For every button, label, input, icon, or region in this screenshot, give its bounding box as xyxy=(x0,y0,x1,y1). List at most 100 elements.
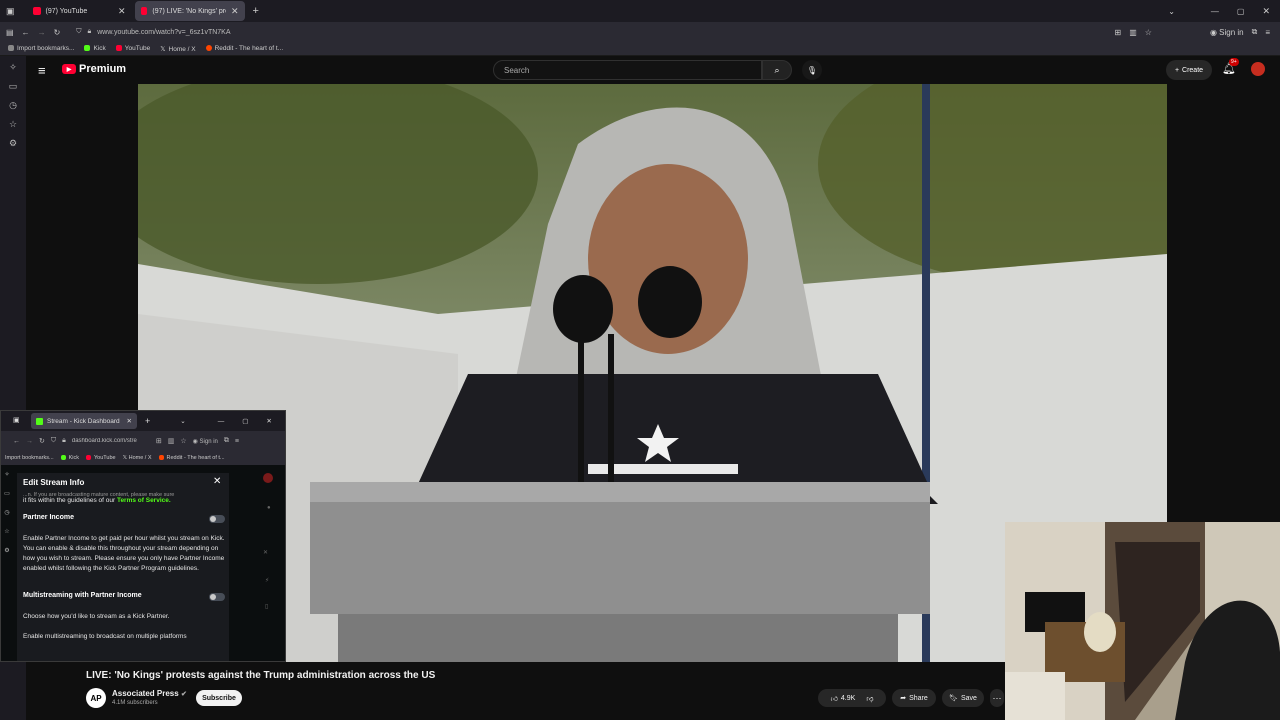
forward-icon[interactable]: → xyxy=(26,438,33,445)
tab-list-icon[interactable]: ⌄ xyxy=(180,417,185,425)
back-icon[interactable]: ← xyxy=(22,28,30,37)
bookmark-star-icon[interactable]: ☆ xyxy=(180,437,186,445)
youtube-icon xyxy=(115,45,122,52)
close-tab-icon[interactable]: ✕ xyxy=(118,6,126,17)
popup-tab-bar: ▣ Stream - Kick Dashboard ✕ + ⌄ — ▢ ✕ xyxy=(1,411,285,431)
bookmark-kick[interactable]: Kick xyxy=(60,455,79,461)
history-icon[interactable]: ◷ xyxy=(9,100,17,111)
bolt-icon[interactable]: ⚡︎ xyxy=(265,577,269,584)
url-text: www.youtube.com/watch?v=_6sz1vTN7KA xyxy=(97,28,231,36)
terms-of-service-link[interactable]: Terms of Service. xyxy=(117,497,171,504)
bookmark-kick[interactable]: Kick xyxy=(84,45,106,52)
lock-icon: 🔒︎ xyxy=(87,28,92,35)
more-actions-button[interactable]: ⋯ xyxy=(990,689,1004,707)
voice-search-button[interactable]: 🎙︎ xyxy=(802,60,822,80)
like-dislike-button[interactable]: 👍︎ 4.9K 👎︎ xyxy=(818,689,886,707)
reader-icon[interactable]: ▥ xyxy=(1129,28,1137,37)
bookmark-youtube[interactable]: YouTube xyxy=(115,45,150,52)
settings-gear-icon[interactable]: ⚙ xyxy=(4,547,9,554)
title-text: LIVE: 'No Kings' protests against the Tr… xyxy=(86,670,297,681)
bookmark-import[interactable]: Import bookmarks... xyxy=(5,455,54,461)
menu-icon[interactable]: ≡ xyxy=(1265,28,1270,37)
maximize-icon[interactable]: ▢ xyxy=(242,417,248,425)
save-label: Save xyxy=(960,694,977,702)
terms-text: it fits within the guidelines of our Ter… xyxy=(23,496,229,506)
share-label: Share xyxy=(909,694,928,702)
lock-small-icon[interactable]: ▯ xyxy=(265,603,268,610)
tab-live-video[interactable]: (97) LIVE: 'No Kings' protes ✕ xyxy=(134,1,245,21)
history-icon[interactable]: ◷ xyxy=(4,509,9,516)
multistream-toggle[interactable] xyxy=(209,593,225,601)
save-button[interactable]: 🔖︎ Save xyxy=(942,689,984,707)
synced-tabs-icon[interactable]: ▭ xyxy=(4,490,10,497)
subscribe-button[interactable]: Subscribe xyxy=(196,690,242,706)
back-icon[interactable]: ← xyxy=(13,438,20,445)
account-avatar[interactable] xyxy=(1251,62,1265,76)
extensions-icon[interactable]: ⊞ xyxy=(1115,28,1122,37)
bookmarks-icon[interactable]: ☆ xyxy=(9,119,17,130)
ai-chat-icon[interactable]: ✧ xyxy=(9,62,17,73)
share-button[interactable]: ➦ Share xyxy=(892,689,936,707)
extensions-puzzle-icon[interactable]: ⧉ xyxy=(1252,27,1258,37)
window-close-icon[interactable]: ✕ xyxy=(1262,6,1270,17)
youtube-logo[interactable]: ▶ Premium xyxy=(62,63,126,75)
choose-text: Choose how you'd like to stream as a Kic… xyxy=(23,613,170,620)
account-signin[interactable]: ◉ Sign in xyxy=(193,438,218,445)
ai-chat-icon[interactable]: ✧ xyxy=(4,471,9,478)
new-tab-icon[interactable]: + xyxy=(145,416,150,426)
account-signin[interactable]: ◉ Sign in xyxy=(1210,28,1244,37)
channel-name[interactable]: Associated Press ✔ xyxy=(112,689,187,698)
close-tab-icon[interactable]: ✕ xyxy=(231,6,239,17)
bookmark-label: Kick xyxy=(68,455,79,461)
sidebar-icon[interactable]: ▤ xyxy=(6,28,14,37)
user-avatar[interactable] xyxy=(263,473,273,483)
reload-icon[interactable]: ↻ xyxy=(54,28,61,37)
webcam-frame xyxy=(1005,522,1280,720)
forward-icon[interactable]: → xyxy=(38,28,46,37)
synced-tabs-icon[interactable]: ▭ xyxy=(9,81,18,92)
sidebar-toggle-icon[interactable]: ▣ xyxy=(6,6,15,17)
partner-income-toggle[interactable] xyxy=(209,515,225,523)
tab-kick-dashboard[interactable]: Stream - Kick Dashboard ✕ xyxy=(31,413,137,429)
menu-icon[interactable]: ≡ xyxy=(235,438,239,445)
close-icon[interactable]: ✕ xyxy=(213,476,221,487)
maximize-icon[interactable]: ▢ xyxy=(1237,7,1245,16)
control-icon[interactable]: ✕ xyxy=(263,549,268,556)
bookmark-youtube[interactable]: YouTube xyxy=(86,455,116,461)
modal-title: Edit Stream Info xyxy=(23,478,85,487)
bookmark-reddit[interactable]: Reddit - The heart of t... xyxy=(158,455,225,461)
extensions-puzzle-icon[interactable]: ⧉ xyxy=(224,437,229,445)
address-bar[interactable]: ⛉ 🔒︎ www.youtube.com/watch?v=_6sz1vTN7KA xyxy=(68,24,1106,40)
bookmark-x[interactable]: 𝕏 Home / X xyxy=(123,455,152,461)
bookmark-star-icon[interactable]: ☆ xyxy=(1145,28,1152,37)
channel-avatar[interactable]: AP xyxy=(86,688,106,708)
minimize-icon[interactable]: — xyxy=(1211,7,1219,16)
search-input[interactable]: Search xyxy=(493,60,762,80)
import-icon xyxy=(8,45,14,52)
bookmarks-icon[interactable]: ☆ xyxy=(4,528,9,535)
info-icon: ● xyxy=(267,505,271,511)
tab-youtube[interactable]: (97) YouTube ✕ xyxy=(27,1,132,21)
create-button[interactable]: + Create xyxy=(1166,60,1212,80)
extensions-icon[interactable]: ⊞ xyxy=(156,437,162,445)
sidebar-toggle-icon[interactable]: ▣ xyxy=(13,416,20,424)
bookmark-x[interactable]: 𝕏 Home / X xyxy=(160,45,195,53)
minimize-icon[interactable]: — xyxy=(218,418,225,425)
subscriber-count: 4.1M subscribers xyxy=(112,700,158,706)
window-close-icon[interactable]: ✕ xyxy=(266,417,271,425)
microphone-icon: 🎙︎ xyxy=(806,65,818,75)
new-tab-icon[interactable]: + xyxy=(253,5,259,17)
reload-icon[interactable]: ↻ xyxy=(39,437,45,445)
thumbs-down-icon[interactable]: 👎︎ xyxy=(866,694,873,703)
bookmark-import[interactable]: Import bookmarks... xyxy=(8,45,74,52)
tab-label: (97) LIVE: 'No Kings' protes xyxy=(152,7,226,15)
hamburger-menu-icon[interactable]: ≡ xyxy=(38,63,46,78)
tab-list-icon[interactable]: ⌄ xyxy=(1168,7,1175,16)
search-button[interactable]: ⌕ xyxy=(762,60,792,80)
bookmark-reddit[interactable]: Reddit - The heart of t... xyxy=(205,45,283,52)
settings-gear-icon[interactable]: ⚙ xyxy=(9,138,17,149)
lock-icon: 🔒︎ xyxy=(62,437,66,444)
popup-url[interactable]: dashboard.kick.com/stre xyxy=(72,438,150,444)
close-tab-icon[interactable]: ✕ xyxy=(127,417,132,425)
reader-icon[interactable]: ▥ xyxy=(168,437,175,445)
